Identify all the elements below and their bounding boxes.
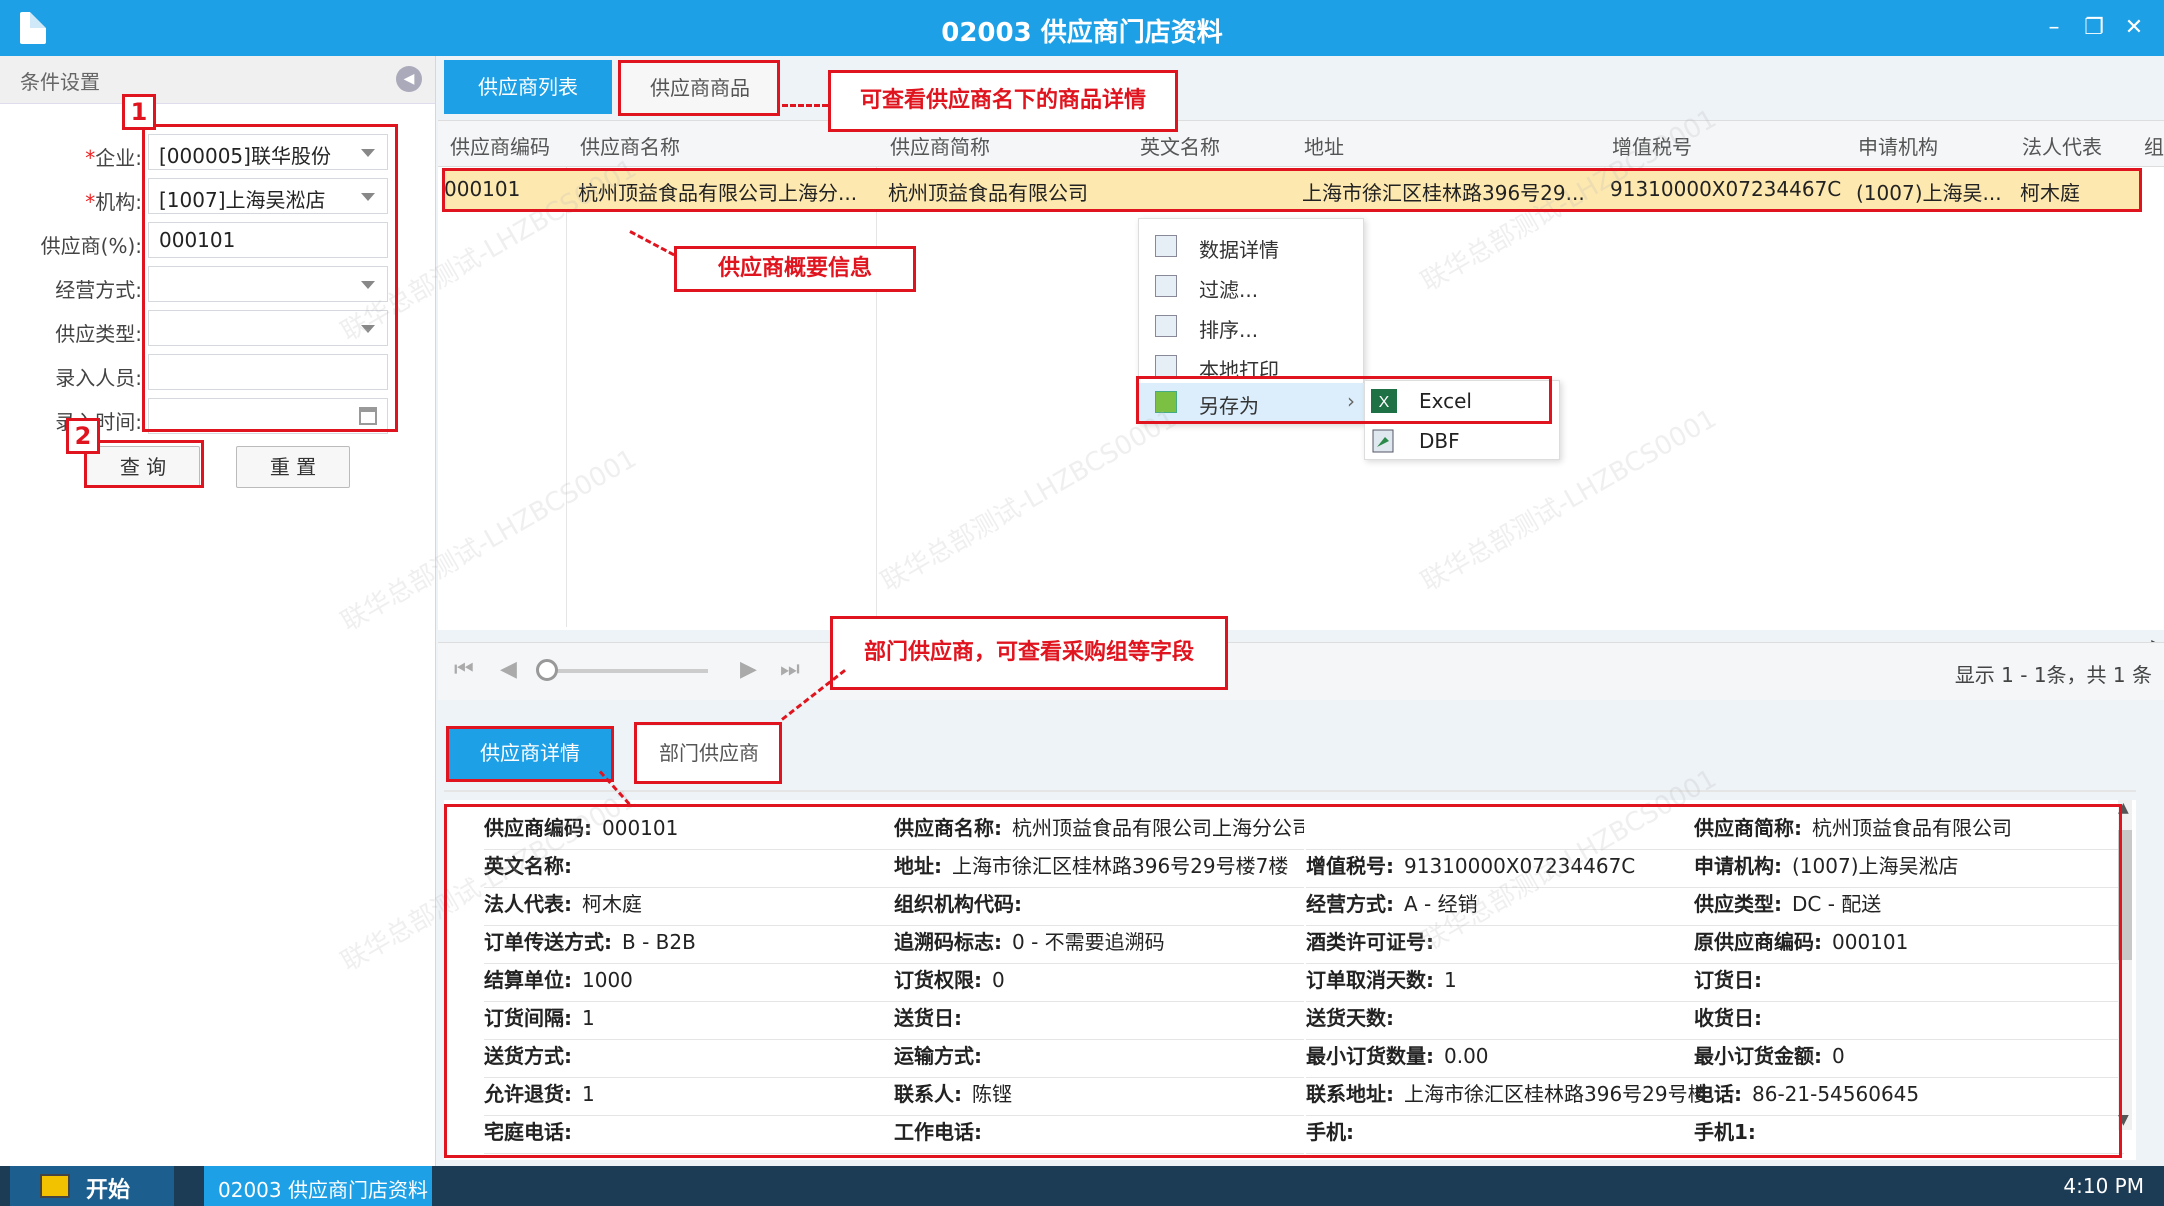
prev-page-icon[interactable]: ◀ [500, 657, 517, 682]
menu-item-data-detail[interactable]: 数据详情 [1139, 227, 1365, 265]
business-mode-label: 经营方式: [55, 278, 142, 302]
printer-icon [1155, 355, 1177, 377]
annotation-box-dept-tab [634, 722, 782, 784]
menu-item-sort[interactable]: 排序... [1139, 307, 1365, 345]
supplier-label: 供应商(%): [40, 234, 142, 258]
annotation-number-1: 1 [122, 94, 156, 130]
col-header[interactable]: 地址 [1304, 131, 1344, 160]
minimize-button[interactable]: – [2040, 14, 2068, 42]
annotation-box-row [442, 168, 2142, 212]
start-icon [40, 1174, 70, 1198]
filter-icon [1155, 275, 1177, 297]
first-page-icon[interactable]: ⏮ [454, 657, 474, 682]
tab-divider [444, 790, 2136, 792]
close-button[interactable]: ✕ [2120, 14, 2148, 42]
col-header[interactable]: 英文名称 [1140, 131, 1220, 160]
annotation-box-detail-tab [446, 726, 614, 782]
annotation-box-detail [444, 804, 2122, 1158]
dbf-icon [1372, 429, 1394, 453]
taskbar-app[interactable]: 02003 供应商门店资料 [204, 1166, 432, 1206]
tab-supplier-list[interactable]: 供应商列表 [444, 60, 612, 114]
column-divider [876, 167, 877, 627]
menu-item-filter[interactable]: 过滤... [1139, 267, 1365, 305]
annotation-box-products-tab [618, 60, 780, 116]
last-page-icon[interactable]: ⏭ [780, 657, 800, 682]
annotation-summary: 供应商概要信息 [674, 246, 916, 292]
next-page-icon[interactable]: ▶ [740, 657, 757, 682]
annotation-box-query [84, 440, 204, 488]
supply-type-label: 供应类型: [55, 322, 142, 346]
collapse-panel-icon[interactable]: ◀ [396, 66, 422, 92]
app-window: 02003 供应商门店资料 – ❐ ✕ 条件设置 ◀ *企业: [000005]… [0, 0, 2164, 1206]
start-button[interactable]: 开始 [10, 1166, 174, 1206]
sort-icon [1155, 315, 1177, 337]
title-bar: 02003 供应商门店资料 – ❐ ✕ [0, 0, 2164, 56]
col-header[interactable]: 增值税号 [1612, 131, 1692, 160]
annotation-box-fields [142, 124, 398, 432]
page-slider[interactable] [538, 669, 708, 673]
page-slider-handle[interactable] [536, 659, 558, 681]
taskbar: 开始 02003 供应商门店资料 4:10 PM [0, 1166, 2164, 1206]
condition-panel-title: 条件设置 [0, 56, 435, 104]
window-title: 02003 供应商门店资料 [941, 18, 1223, 48]
grid-pager: ⏮ ◀ ▶ ⏭ 显示 1 - 1条，共 1 条 [438, 642, 2164, 700]
col-header[interactable]: 供应商简称 [890, 131, 990, 160]
clock: 4:10 PM [2063, 1174, 2144, 1198]
org-label: 机构: [95, 190, 142, 214]
restore-button[interactable]: ❐ [2080, 14, 2108, 42]
reset-button[interactable]: 重 置 [236, 446, 350, 488]
required-mark: * [85, 190, 96, 214]
annotation-box-save-excel [1136, 376, 1552, 424]
pager-summary: 显示 1 - 1条，共 1 条 [1954, 663, 2152, 687]
col-header[interactable]: 申请机构 [1858, 131, 1938, 160]
col-header[interactable]: 法人代表 [2022, 131, 2102, 160]
required-mark: * [85, 146, 96, 170]
submenu-item-dbf[interactable]: DBF [1365, 421, 1561, 461]
col-header[interactable]: 供应商编码 [450, 131, 550, 160]
annotation-products: 可查看供应商名下的商品详情 [828, 70, 1178, 132]
grid-header: 供应商编码 供应商名称 供应商简称 英文名称 地址 增值税号 申请机构 法人代表… [438, 121, 2164, 167]
annotation-dept: 部门供应商，可查看采购组等字段 [830, 616, 1228, 690]
col-header[interactable]: 供应商名称 [580, 131, 680, 160]
detail-icon [1155, 235, 1177, 257]
column-divider [566, 167, 567, 627]
entry-user-label: 录入人员: [55, 366, 142, 390]
annotation-arrow [782, 104, 828, 107]
enterprise-label: 企业: [95, 146, 142, 170]
col-header[interactable]: 组 [2144, 131, 2164, 160]
annotation-number-2: 2 [66, 418, 100, 454]
